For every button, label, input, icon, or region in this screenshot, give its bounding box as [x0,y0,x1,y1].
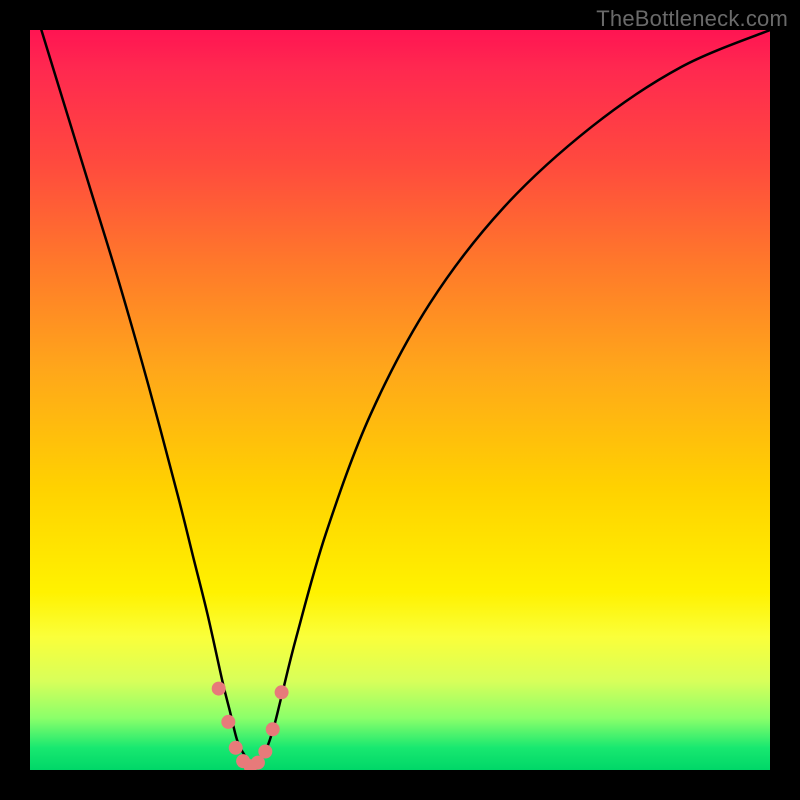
data-point [212,682,226,696]
data-point [275,685,289,699]
data-point [221,715,235,729]
bottleneck-curve [30,30,770,763]
chart-svg [30,30,770,770]
data-point [266,722,280,736]
data-point [258,745,272,759]
watermark-text: TheBottleneck.com [596,6,788,32]
plot-area [30,30,770,770]
data-markers [212,682,289,770]
data-point [229,741,243,755]
